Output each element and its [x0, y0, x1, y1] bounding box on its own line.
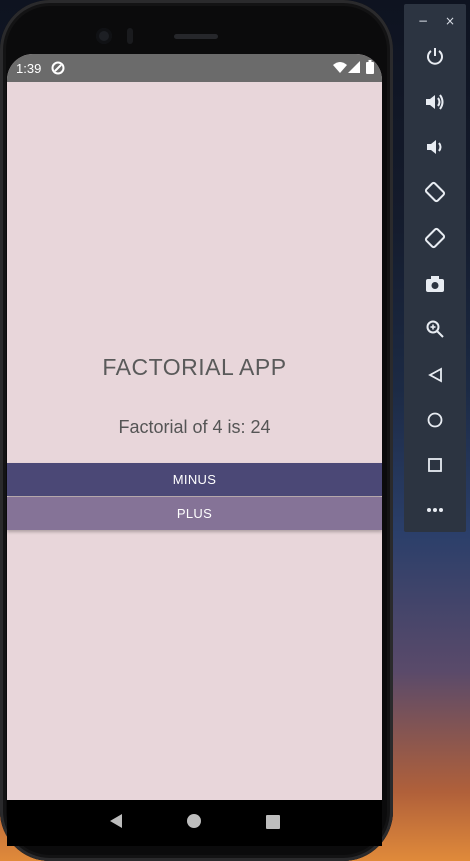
emulator-toolbar: − ×	[404, 4, 466, 532]
status-time: 1:39	[16, 61, 42, 76]
volume-down-button[interactable]	[404, 129, 466, 165]
earpiece-speaker	[174, 34, 218, 39]
power-icon	[427, 48, 443, 65]
back-icon[interactable]	[109, 813, 123, 833]
device-frame: 1:39 FACTORIAL APP Factorial of 4 is: 24…	[0, 0, 393, 861]
rotate-right-button[interactable]	[404, 220, 466, 256]
navigation-bar	[7, 800, 382, 846]
rotate-right-icon	[424, 227, 446, 249]
home-icon	[427, 412, 443, 428]
app-title: FACTORIAL APP	[102, 354, 287, 380]
plus-button[interactable]: PLUS	[7, 497, 382, 530]
volume-up-button[interactable]	[404, 84, 466, 120]
zoom-button[interactable]	[404, 311, 466, 347]
emulator-back-button[interactable]	[404, 357, 466, 393]
volume-up-icon	[426, 94, 444, 110]
zoom-icon	[426, 320, 444, 338]
camera-icon	[426, 276, 444, 292]
emulator-home-button[interactable]	[404, 402, 466, 438]
close-window-button[interactable]: ×	[445, 14, 455, 28]
emulator-overview-button[interactable]	[404, 447, 466, 483]
status-bar: 1:39	[7, 54, 382, 82]
rotate-left-button[interactable]	[404, 174, 466, 210]
app-screen: 1:39 FACTORIAL APP Factorial of 4 is: 24…	[7, 54, 382, 800]
minimize-window-button[interactable]: −	[418, 14, 428, 28]
screenshot-button[interactable]	[404, 266, 466, 302]
front-camera	[96, 28, 112, 44]
signal-icon	[348, 61, 360, 77]
rotate-left-icon	[424, 181, 446, 203]
back-icon	[428, 367, 442, 383]
more-icon	[427, 508, 443, 512]
notification-icon	[51, 61, 65, 78]
volume-down-icon	[427, 140, 442, 154]
recents-icon[interactable]	[266, 814, 281, 833]
camera-sensor	[127, 28, 133, 44]
home-icon[interactable]	[186, 813, 202, 833]
minus-button[interactable]: MINUS	[7, 463, 382, 496]
battery-icon	[366, 60, 374, 77]
wifi-icon	[333, 61, 347, 77]
more-options-button[interactable]	[404, 492, 466, 528]
overview-icon	[428, 458, 442, 472]
power-button[interactable]	[404, 38, 466, 74]
factorial-result: Factorial of 4 is: 24	[118, 417, 271, 437]
